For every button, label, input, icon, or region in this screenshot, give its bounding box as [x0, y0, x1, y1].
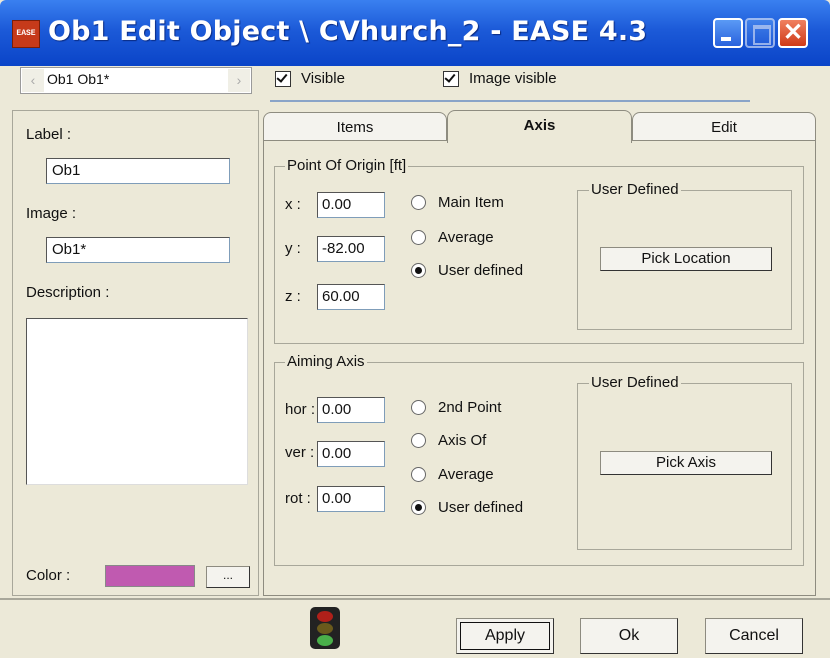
label-caption: Label :	[26, 126, 72, 143]
radio-icon	[411, 400, 426, 415]
option-label: Axis Of	[438, 432, 487, 449]
aiming-option-user-defined[interactable]: User defined	[411, 499, 523, 516]
tab-items[interactable]: Items	[263, 112, 447, 142]
color-caption: Color :	[26, 567, 71, 584]
option-label: User defined	[438, 262, 524, 279]
ver-input[interactable]: 0.00	[317, 441, 385, 467]
rot-label: rot :	[285, 490, 311, 507]
visible-checkbox-row[interactable]: Visible	[275, 70, 345, 87]
aiming-option-average[interactable]: Average	[411, 466, 494, 483]
visible-label: Visible	[301, 70, 345, 87]
hor-label: hor :	[285, 401, 316, 418]
title-bar: EASE Ob1 Edit Object \ CVhurch_2 - EASE …	[0, 0, 830, 66]
y-label: y :	[285, 240, 301, 257]
image-field[interactable]: Ob1*	[46, 237, 230, 263]
option-label: Main Item	[438, 194, 504, 211]
tab-axis[interactable]: Axis	[447, 110, 632, 143]
color-picker-button[interactable]: ...	[206, 566, 250, 588]
z-input[interactable]: 60.00	[317, 284, 385, 310]
image-visible-checkbox[interactable]	[443, 70, 459, 87]
aiming-user-defined-title: User Defined	[589, 374, 681, 391]
aiming-option-2nd-point[interactable]: 2nd Point	[411, 399, 501, 416]
image-caption: Image :	[26, 205, 77, 222]
color-swatch[interactable]	[105, 565, 195, 587]
green-lamp	[317, 635, 333, 646]
image-visible-label: Image visible	[469, 70, 557, 87]
option-label: User defined	[438, 499, 524, 516]
close-button[interactable]: ✕	[778, 18, 808, 48]
object-selector[interactable]: ‹ Ob1 Ob1* ›	[20, 67, 252, 94]
radio-icon	[411, 195, 426, 210]
footer-divider	[0, 598, 830, 600]
traffic-light-icon	[310, 607, 340, 649]
origin-option-average[interactable]: Average	[411, 229, 494, 246]
origin-option-user-defined[interactable]: User defined	[411, 262, 523, 279]
radio-selected-icon	[411, 263, 426, 278]
x-input[interactable]: 0.00	[317, 192, 385, 218]
origin-user-defined-title: User Defined	[589, 181, 681, 198]
cancel-button[interactable]: Cancel	[705, 618, 803, 654]
pick-location-button[interactable]: Pick Location	[600, 247, 772, 271]
z-label: z :	[285, 288, 301, 305]
radio-selected-icon	[411, 500, 426, 515]
maximize-button[interactable]	[745, 18, 775, 48]
pick-axis-button[interactable]: Pick Axis	[600, 451, 772, 475]
radio-icon	[411, 467, 426, 482]
x-label: x :	[285, 196, 301, 213]
window-title: Ob1 Edit Object \ CVhurch_2 - EASE 4.3	[48, 16, 648, 47]
aiming-axis-title: Aiming Axis	[285, 353, 367, 370]
yellow-lamp	[317, 623, 333, 634]
label-field[interactable]: Ob1	[46, 158, 230, 184]
hor-input[interactable]: 0.00	[317, 397, 385, 423]
option-label: Average	[438, 466, 494, 483]
option-label: 2nd Point	[438, 399, 502, 416]
apply-button[interactable]: Apply	[456, 618, 554, 654]
radio-icon	[411, 230, 426, 245]
tab-edit[interactable]: Edit	[632, 112, 816, 142]
visible-checkbox[interactable]	[275, 70, 291, 87]
prev-object-button[interactable]: ‹	[22, 69, 44, 92]
minimize-button[interactable]	[713, 18, 743, 48]
option-label: Average	[438, 229, 494, 246]
next-object-button[interactable]: ›	[228, 69, 250, 92]
y-input[interactable]: -82.00	[317, 236, 385, 262]
rot-input[interactable]: 0.00	[317, 486, 385, 512]
divider	[270, 100, 750, 102]
red-lamp	[317, 611, 333, 622]
point-of-origin-title: Point Of Origin [ft]	[285, 157, 409, 174]
close-icon: ✕	[782, 19, 804, 46]
description-caption: Description :	[26, 284, 110, 301]
image-visible-checkbox-row[interactable]: Image visible	[443, 70, 557, 87]
ok-button[interactable]: Ok	[580, 618, 678, 654]
ver-label: ver :	[285, 444, 315, 461]
aiming-option-axis-of[interactable]: Axis Of	[411, 432, 486, 449]
app-icon: EASE	[12, 20, 40, 48]
origin-option-main-item[interactable]: Main Item	[411, 194, 504, 211]
object-selector-value: Ob1 Ob1*	[47, 71, 110, 87]
radio-icon	[411, 433, 426, 448]
description-field[interactable]	[26, 318, 248, 485]
